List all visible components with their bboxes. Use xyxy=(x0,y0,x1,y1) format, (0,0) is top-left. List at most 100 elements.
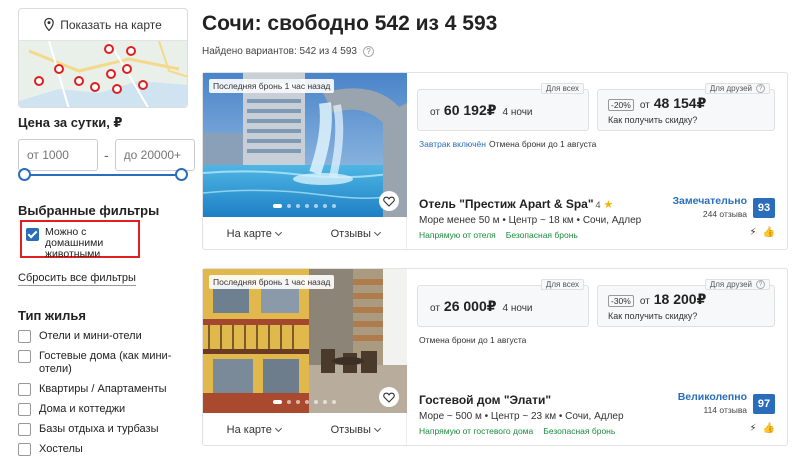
filters-sidebar: Показать на карте Цена за сутки, ₽ от 10… xyxy=(18,8,195,456)
how-to-get-discount[interactable]: Как получить скидку? xyxy=(608,115,697,125)
rating-score: 97 xyxy=(753,394,775,414)
hotel-tags: Напрямую от отеля Безопасная бронь xyxy=(419,230,578,240)
chevron-down-icon xyxy=(274,228,282,237)
housing-type-label: Квартиры / Апартаменты xyxy=(39,383,167,395)
reviews-count[interactable]: 114 отзыва xyxy=(703,405,747,415)
hotel-name[interactable]: Гостевой дом "Элати" xyxy=(419,393,551,407)
card-tabs: На карте Отзывы xyxy=(203,217,407,251)
price-slider[interactable] xyxy=(18,168,188,182)
page: Показать на карте Цена за сутки, ₽ от 10… xyxy=(0,0,800,462)
reviews-tab[interactable]: Отзывы xyxy=(305,413,407,447)
checkbox[interactable] xyxy=(18,403,31,416)
slider-min-handle[interactable] xyxy=(18,168,31,181)
for-friends-label: Для друзей xyxy=(709,280,752,289)
listing-card[interactable]: Последняя бронь 1 час назад На карте Отз… xyxy=(202,268,788,447)
friends-price-line: -20% от 48 154₽ xyxy=(608,95,706,112)
last-booking-badge: Последняя бронь 1 час назад xyxy=(209,79,335,93)
star-icon: ★ xyxy=(603,199,614,211)
direct-booking-tag: Напрямую от гостевого дома xyxy=(419,426,534,436)
price-from-label: от xyxy=(430,303,440,314)
heart-icon xyxy=(383,392,395,403)
listing-photo[interactable]: Последняя бронь 1 час назад xyxy=(203,269,407,413)
listing-photo[interactable]: Последняя бронь 1 час назад xyxy=(203,73,407,217)
map-preview[interactable]: Показать на карте xyxy=(18,8,188,108)
price-range: - xyxy=(18,139,195,171)
on-map-tab[interactable]: На карте xyxy=(203,413,305,447)
on-map-label: На карте xyxy=(226,424,272,436)
housing-type-houses[interactable]: Дома и коттеджи xyxy=(18,403,188,416)
friends-price-value: 48 154₽ xyxy=(653,95,707,111)
heart-icon xyxy=(383,196,395,207)
for-all-tag: Для всех xyxy=(540,279,584,290)
safe-booking-tag: Безопасная бронь xyxy=(505,230,578,240)
housing-type-recreation[interactable]: Базы отдыха и турбазы xyxy=(18,423,188,436)
photo-pager[interactable] xyxy=(273,204,336,208)
free-cancellation: Отмена брони до 1 августа xyxy=(419,335,527,345)
rating-score: 93 xyxy=(753,198,775,218)
show-on-map-label: Показать на карте xyxy=(60,17,162,32)
for-all-tag: Для всех xyxy=(540,83,584,94)
help-icon[interactable]: ? xyxy=(756,84,765,93)
photo-pager[interactable] xyxy=(273,400,336,404)
chevron-down-icon xyxy=(274,424,282,433)
offer-for-all[interactable]: Для всех от 26 000₽ 4 ночи xyxy=(417,279,589,327)
on-map-label: На карте xyxy=(226,228,272,240)
for-all-label: Для всех xyxy=(545,84,579,93)
price-from-label: от xyxy=(639,100,650,111)
housing-type-hotels[interactable]: Отели и мини-отели xyxy=(18,330,188,343)
show-on-map-button[interactable]: Показать на карте xyxy=(19,9,187,41)
price-to-input[interactable] xyxy=(114,139,195,171)
checkbox[interactable] xyxy=(18,383,31,396)
price-title: Цена за сутки, ₽ xyxy=(18,115,123,130)
housing-type-label: Хостелы xyxy=(39,443,83,455)
housing-type-hostels[interactable]: Хостелы xyxy=(18,443,188,456)
checkbox[interactable] xyxy=(18,423,31,436)
map-image xyxy=(19,41,187,107)
nights-count: 4 ночи xyxy=(502,107,533,118)
pet-friendly-checkbox[interactable] xyxy=(26,228,39,241)
feature-icons: ⚡ 👍 xyxy=(750,227,775,238)
for-friends-tag: Для друзей? xyxy=(704,279,770,290)
pet-friendly-filter[interactable]: Можно с домашними животными xyxy=(20,220,140,260)
housing-type-guesthouses[interactable]: Гостевые дома (как мини-отели) xyxy=(18,350,188,376)
direct-booking-tag: Напрямую от отеля xyxy=(419,230,496,240)
reviews-label: Отзывы xyxy=(330,424,371,436)
favorite-button[interactable] xyxy=(379,387,399,407)
breakfast-included: Завтрак включён xyxy=(419,139,486,149)
checkbox[interactable] xyxy=(18,443,31,456)
checkbox[interactable] xyxy=(18,350,31,363)
how-to-get-discount[interactable]: Как получить скидку? xyxy=(608,311,697,321)
help-icon[interactable]: ? xyxy=(756,280,765,289)
price-from-input[interactable] xyxy=(18,139,98,171)
offer-for-all[interactable]: Для всех от 60 192₽ 4 ночи xyxy=(417,83,589,131)
reviews-count[interactable]: 244 отзыва xyxy=(703,209,747,219)
help-icon[interactable]: ? xyxy=(362,46,374,57)
feature-icons: ⚡ 👍 xyxy=(750,423,775,434)
checkbox[interactable] xyxy=(18,330,31,343)
slider-max-handle[interactable] xyxy=(175,168,188,181)
price-separator: - xyxy=(104,147,109,163)
selected-filters-title: Выбранные фильтры xyxy=(18,203,160,218)
housing-type-label: Дома и коттеджи xyxy=(39,403,126,415)
listing-card[interactable]: Последняя бронь 1 час назад На карте Отз… xyxy=(202,72,788,251)
offer-for-friends[interactable]: Для друзей? -30% от 18 200₽ Как получить… xyxy=(597,279,775,327)
chevron-down-icon xyxy=(373,424,381,433)
housing-type-label: Отели и мини-отели xyxy=(39,330,142,342)
offer-for-friends[interactable]: Для друзей? -20% от 48 154₽ Как получить… xyxy=(597,83,775,131)
hotel-name[interactable]: Отель "Престиж Apart & Spa" 4 ★ xyxy=(419,197,613,211)
for-friends-label: Для друзей xyxy=(709,84,752,93)
favorite-button[interactable] xyxy=(379,191,399,211)
reset-filters-link[interactable]: Сбросить все фильтры xyxy=(18,272,136,286)
housing-type-apartments[interactable]: Квартиры / Апартаменты xyxy=(18,383,188,396)
price-from-label: от xyxy=(639,296,650,307)
listing-info: Для всех от 26 000₽ 4 ночи Для друзей? -… xyxy=(407,269,787,447)
discount-badge: -30% xyxy=(608,295,634,307)
card-tabs: На карте Отзывы xyxy=(203,413,407,447)
rating-word: Замечательно xyxy=(672,195,747,207)
hotel-tags: Напрямую от гостевого дома Безопасная бр… xyxy=(419,426,615,436)
reviews-tab[interactable]: Отзывы xyxy=(305,217,407,251)
stars-count: 4 xyxy=(595,200,601,210)
on-map-tab[interactable]: На карте xyxy=(203,217,305,251)
chevron-down-icon xyxy=(373,228,381,237)
free-cancellation: Отмена брони до 1 августа xyxy=(489,139,597,149)
